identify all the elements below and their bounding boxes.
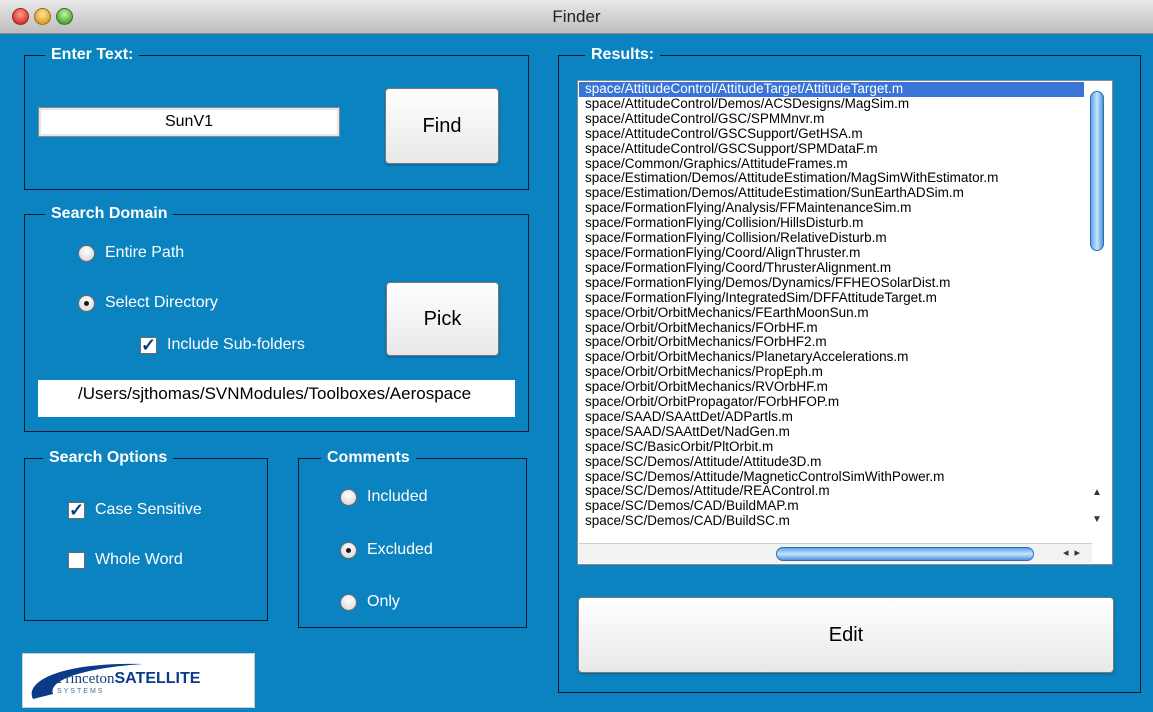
entire-path-option[interactable]: Entire Path — [78, 244, 184, 262]
scroll-left-right-arrows-icon[interactable]: ◂▸ — [1063, 546, 1086, 559]
select-directory-option[interactable]: Select Directory — [78, 294, 218, 312]
result-item[interactable]: space/FormationFlying/Coord/ThrusterAlig… — [579, 260, 1084, 276]
result-item[interactable]: space/Orbit/OrbitMechanics/PropEph.m — [579, 364, 1084, 380]
result-item[interactable]: space/SAAD/SAAttDet/NadGen.m — [579, 424, 1084, 440]
case-sensitive-option[interactable]: ✓ Case Sensitive — [68, 501, 202, 519]
comments-included-radio[interactable] — [340, 488, 357, 506]
result-item[interactable]: space/Common/Graphics/AttitudeFrames.m — [579, 156, 1084, 172]
case-sensitive-label: Case Sensitive — [95, 501, 202, 518]
entire-path-label: Entire Path — [105, 244, 185, 261]
result-item[interactable]: space/FormationFlying/IntegratedSim/DFFA… — [579, 290, 1084, 306]
results-rows: space/AttitudeControl/AttitudeTarget/Att… — [579, 81, 1084, 529]
scroll-down-arrow-icon[interactable]: ▼ — [1088, 513, 1106, 527]
entire-path-radio[interactable] — [78, 244, 95, 262]
results-horizontal-scrollbar[interactable]: ◂▸ — [579, 543, 1092, 563]
whole-word-option[interactable]: Whole Word — [68, 551, 183, 569]
title-bar: Finder — [0, 0, 1153, 34]
comments-only-label: Only — [367, 593, 400, 610]
select-directory-label: Select Directory — [105, 294, 218, 311]
result-item[interactable]: space/AttitudeControl/GSC/SPMMnvr.m — [579, 111, 1084, 127]
whole-word-checkbox[interactable] — [68, 551, 85, 569]
logo-text: PrincetonSATELLITE — [57, 670, 200, 688]
window-title: Finder — [552, 7, 601, 26]
result-item[interactable]: space/SAAD/SAAttDet/ADPartls.m — [579, 409, 1084, 425]
include-subfolders-option[interactable]: ✓ Include Sub-folders — [140, 336, 305, 354]
results-title: Results: — [585, 46, 661, 64]
whole-word-label: Whole Word — [95, 551, 183, 568]
result-item[interactable]: space/AttitudeControl/GSCSupport/SPMData… — [579, 141, 1084, 157]
result-item[interactable]: space/Orbit/OrbitMechanics/RVOrbHF.m — [579, 379, 1084, 395]
result-item[interactable]: space/Estimation/Demos/AttitudeEstimatio… — [579, 185, 1084, 201]
result-item[interactable]: space/FormationFlying/Demos/Dynamics/FFH… — [579, 275, 1084, 291]
search-options-panel: Search Options — [24, 449, 268, 621]
result-item[interactable]: space/SC/Demos/Attitude/MagneticControlS… — [579, 469, 1084, 485]
result-item[interactable]: space/Orbit/OrbitPropagator/FOrbHFOP.m — [579, 394, 1084, 410]
princeton-satellite-logo: PrincetonSATELLITE SYSTEMS — [22, 653, 255, 708]
logo-text-regular: Princeton — [57, 671, 115, 687]
comments-only-radio[interactable] — [340, 593, 357, 611]
include-subfolders-label: Include Sub-folders — [167, 336, 305, 353]
result-item[interactable]: space/SC/Demos/Attitude/REAControl.m — [579, 484, 1084, 499]
result-item[interactable]: space/Orbit/OrbitMechanics/FEarthMoonSun… — [579, 305, 1084, 321]
results-vertical-scroll-thumb[interactable] — [1090, 91, 1104, 251]
comments-only-option[interactable]: Only — [340, 593, 400, 611]
logo-subtext: SYSTEMS — [57, 688, 105, 695]
result-item[interactable]: space/Orbit/OrbitMechanics/FOrbHF2.m — [579, 335, 1084, 350]
result-item[interactable]: space/Orbit/OrbitMechanics/PlanetaryAcce… — [579, 349, 1084, 365]
result-item[interactable]: space/AttitudeControl/Demos/ACSDesigns/M… — [579, 96, 1084, 112]
result-item[interactable]: space/SC/Demos/Attitude/Attitude3D.m — [579, 454, 1084, 470]
results-list[interactable]: space/AttitudeControl/AttitudeTarget/Att… — [577, 80, 1113, 565]
result-item[interactable]: space/SC/Demos/CAD/BuildSC.m — [579, 513, 1084, 529]
result-item[interactable]: space/SC/BasicOrbit/PltOrbit.m — [579, 439, 1084, 455]
result-item[interactable]: space/FormationFlying/Collision/HillsDis… — [579, 215, 1084, 231]
finder-window: Finder Enter Text: SunV1 Find Search Dom… — [0, 0, 1153, 712]
result-item[interactable]: space/Estimation/Demos/AttitudeEstimatio… — [579, 171, 1084, 186]
result-item[interactable]: space/Orbit/OrbitMechanics/FOrbHF.m — [579, 320, 1084, 336]
result-item[interactable]: space/FormationFlying/Analysis/FFMainten… — [579, 200, 1084, 216]
results-horizontal-scroll-thumb[interactable] — [776, 547, 1034, 561]
result-item[interactable]: space/FormationFlying/Collision/Relative… — [579, 230, 1084, 246]
select-directory-radio[interactable] — [78, 294, 95, 312]
scroll-up-arrow-icon[interactable]: ▲ — [1088, 486, 1106, 500]
comments-excluded-label: Excluded — [367, 541, 433, 558]
result-item[interactable]: space/SC/Demos/CAD/BuildMAP.m — [579, 498, 1084, 514]
enter-text-title: Enter Text: — [45, 46, 140, 64]
comments-included-label: Included — [367, 488, 428, 505]
result-item[interactable]: space/AttitudeControl/GSCSupport/GetHSA.… — [579, 126, 1084, 142]
directory-path-field[interactable]: /Users/sjthomas/SVNModules/Toolboxes/Aer… — [38, 380, 515, 417]
comments-included-option[interactable]: Included — [340, 488, 428, 506]
include-subfolders-checkbox[interactable]: ✓ — [140, 336, 157, 354]
comments-title: Comments — [321, 449, 416, 467]
search-text-input[interactable]: SunV1 — [38, 107, 340, 137]
pick-button[interactable]: Pick — [386, 282, 499, 356]
result-item[interactable]: space/FormationFlying/Coord/AlignThruste… — [579, 245, 1084, 261]
case-sensitive-checkbox[interactable]: ✓ — [68, 501, 85, 519]
comments-excluded-option[interactable]: Excluded — [340, 541, 433, 559]
comments-excluded-radio[interactable] — [340, 541, 357, 559]
find-button[interactable]: Find — [385, 88, 499, 164]
logo-text-bold: SATELLITE — [114, 670, 201, 687]
edit-button[interactable]: Edit — [578, 597, 1114, 673]
search-domain-title: Search Domain — [45, 205, 174, 223]
result-item[interactable]: space/AttitudeControl/AttitudeTarget/Att… — [579, 81, 1084, 97]
search-options-title: Search Options — [43, 449, 174, 467]
